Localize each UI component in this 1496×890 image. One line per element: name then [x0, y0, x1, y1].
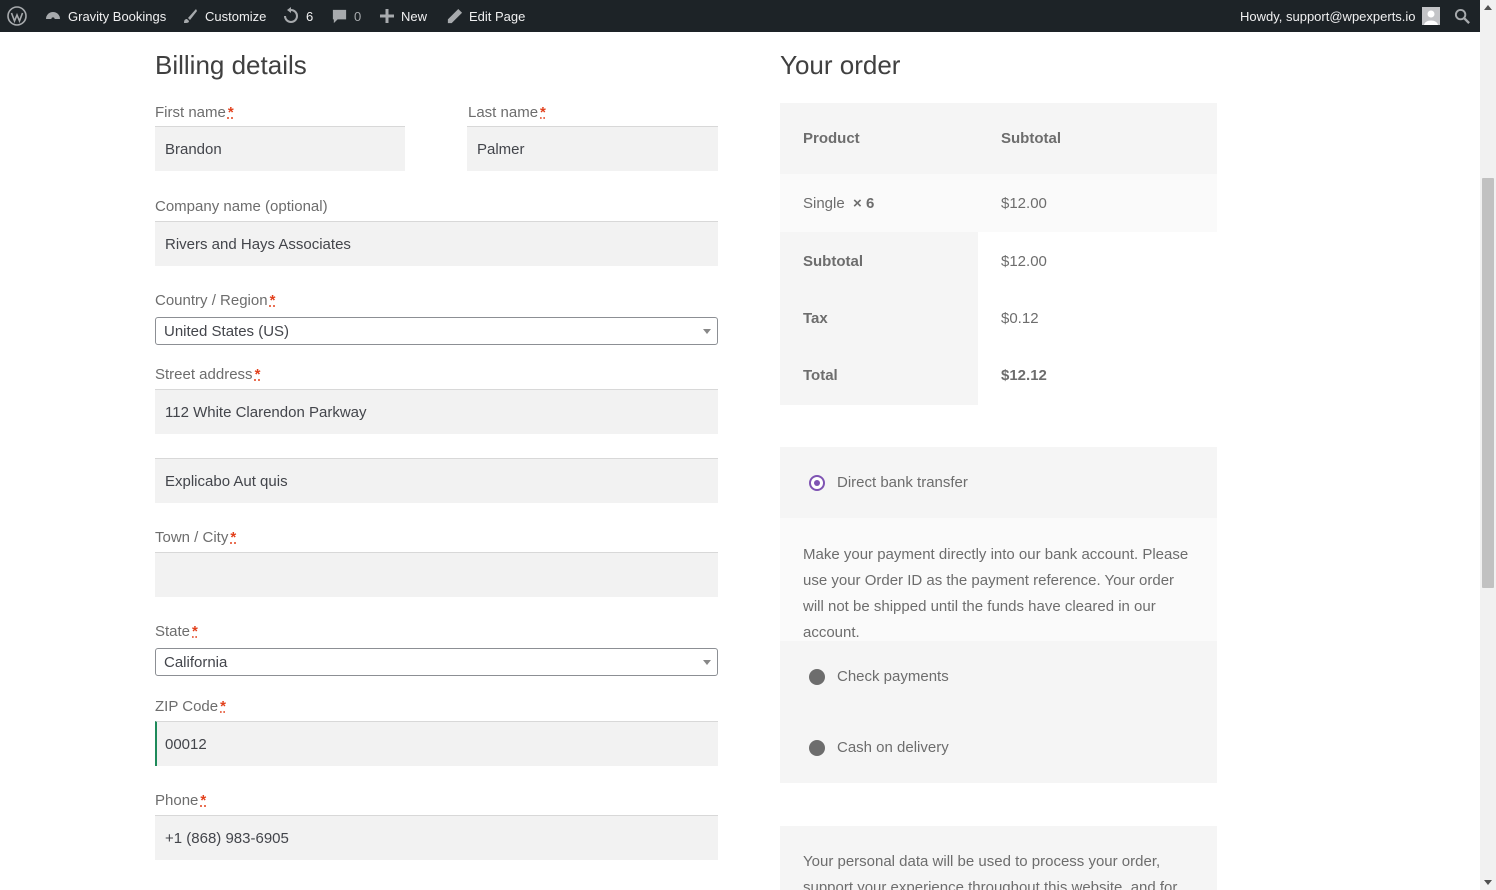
street-value: 112 White Clarendon Parkway	[165, 403, 367, 421]
company-value: Rivers and Hays Associates	[165, 235, 351, 253]
last-name-value: Palmer	[477, 140, 525, 158]
updates-count: 6	[306, 8, 314, 24]
total-value: $12.12	[1001, 367, 1047, 384]
required-mark: *	[230, 529, 237, 546]
my-account-link[interactable]: Howdy, support@wpexperts.io	[1240, 0, 1440, 32]
customize-link[interactable]: Customize	[181, 0, 266, 32]
required-mark: *	[200, 792, 207, 809]
edit-page-label: Edit Page	[469, 8, 526, 24]
company-label: Company name (optional)	[155, 198, 328, 215]
comments-count: 0	[354, 8, 362, 24]
billing-title: Billing details	[155, 50, 307, 80]
edit-page-link[interactable]: Edit Page	[446, 0, 525, 32]
new-label: New	[401, 8, 428, 24]
street-address-field[interactable]: 112 White Clarendon Parkway	[155, 389, 718, 434]
street-value-2: Explicabo Aut quis	[165, 472, 288, 490]
payment-method-bank[interactable]: Direct bank transfer	[780, 447, 1217, 518]
comment-icon	[332, 9, 347, 23]
payment-method-check[interactable]: Check payments	[780, 641, 1217, 712]
plus-icon	[380, 9, 394, 23]
first-name-value: Brandon	[165, 140, 222, 158]
first-name-label: First name *	[155, 104, 234, 121]
item-qty: × 6	[853, 194, 875, 212]
updates-link[interactable]: 6	[282, 0, 313, 32]
required-mark: *	[192, 623, 198, 640]
zip-field[interactable]: 00012	[155, 721, 718, 766]
col-product-header: Product	[803, 130, 860, 147]
search-icon[interactable]	[1454, 0, 1471, 32]
brush-icon	[184, 9, 197, 23]
item-name: Single	[803, 194, 845, 212]
state-value: California	[164, 653, 228, 671]
comments-link[interactable]: 0	[331, 0, 361, 32]
site-name-link[interactable]: Gravity Bookings	[44, 0, 166, 32]
payment-method-cod[interactable]: Cash on delivery	[780, 712, 1217, 783]
radio-unselected-icon[interactable]	[809, 668, 825, 685]
chevron-down-icon	[703, 329, 711, 334]
order-table: Product Subtotal Single × 6 $12.00 Subto…	[780, 103, 1217, 405]
country-select[interactable]: United States (US)	[155, 317, 718, 345]
city-label: Town / City *	[155, 529, 237, 546]
phone-field[interactable]: +1 (868) 983-6905	[155, 815, 718, 860]
site-name: Gravity Bookings	[68, 8, 167, 24]
required-mark: *	[540, 104, 546, 121]
admin-bar: Gravity Bookings Customize 6 0 New Edit …	[0, 0, 1480, 32]
radio-selected-icon[interactable]	[809, 474, 825, 491]
zip-value: 00012	[165, 735, 207, 753]
scroll-down-icon[interactable]	[1484, 880, 1492, 885]
privacy-policy-text: Your personal data will be used to proce…	[780, 826, 1217, 890]
subtotal-value: $12.00	[1001, 252, 1047, 270]
scrollbar-thumb[interactable]	[1482, 178, 1494, 588]
phone-value: +1 (868) 983-6905	[165, 829, 289, 847]
tax-label: Tax	[803, 309, 828, 327]
state-label: State *	[155, 623, 198, 640]
howdy-text: Howdy, support@wpexperts.io	[1240, 8, 1416, 24]
dashboard-icon	[46, 12, 60, 21]
page-scrollbar[interactable]	[1480, 0, 1496, 890]
state-select[interactable]: California	[155, 648, 718, 676]
required-mark: *	[269, 292, 276, 309]
country-label: Country / Region *	[155, 292, 276, 309]
first-name-field[interactable]: Brandon	[155, 126, 405, 171]
street-label: Street address *	[155, 366, 261, 383]
scroll-up-icon[interactable]	[1484, 5, 1492, 10]
payment-methods: Direct bank transfer Make your payment d…	[780, 447, 1217, 783]
check-payments-label: Check payments	[837, 668, 949, 685]
bank-transfer-description: Make your payment directly into our bank…	[780, 518, 1217, 641]
new-content-link[interactable]: New	[379, 0, 427, 32]
bank-transfer-label: Direct bank transfer	[837, 474, 968, 491]
last-name-label: Last name *	[468, 104, 546, 121]
city-field[interactable]	[155, 552, 718, 597]
last-name-field[interactable]: Palmer	[467, 126, 718, 171]
radio-unselected-icon[interactable]	[809, 739, 825, 756]
order-item-name: Single × 6	[780, 174, 874, 232]
phone-label: Phone *	[155, 792, 207, 809]
company-field[interactable]: Rivers and Hays Associates	[155, 221, 718, 266]
zip-label: ZIP Code *	[155, 698, 226, 715]
wordpress-logo-icon[interactable]	[7, 0, 27, 32]
total-label: Total	[803, 367, 838, 384]
subtotal-label: Subtotal	[803, 252, 863, 270]
item-total: $12.00	[1001, 194, 1047, 212]
required-mark: *	[220, 698, 226, 715]
street-address-2-field[interactable]: Explicabo Aut quis	[155, 458, 718, 503]
required-mark: *	[227, 104, 234, 121]
pencil-icon	[447, 8, 463, 23]
tax-value: $0.12	[1001, 309, 1039, 327]
cash-on-delivery-label: Cash on delivery	[837, 739, 949, 756]
customize-label: Customize	[205, 8, 267, 24]
col-subtotal-header: Subtotal	[1001, 130, 1061, 147]
updates-icon	[284, 7, 298, 23]
country-value: United States (US)	[164, 322, 290, 340]
required-mark: *	[254, 366, 261, 383]
avatar-icon	[1421, 7, 1440, 25]
order-title: Your order	[780, 50, 901, 80]
chevron-down-icon	[703, 660, 711, 665]
